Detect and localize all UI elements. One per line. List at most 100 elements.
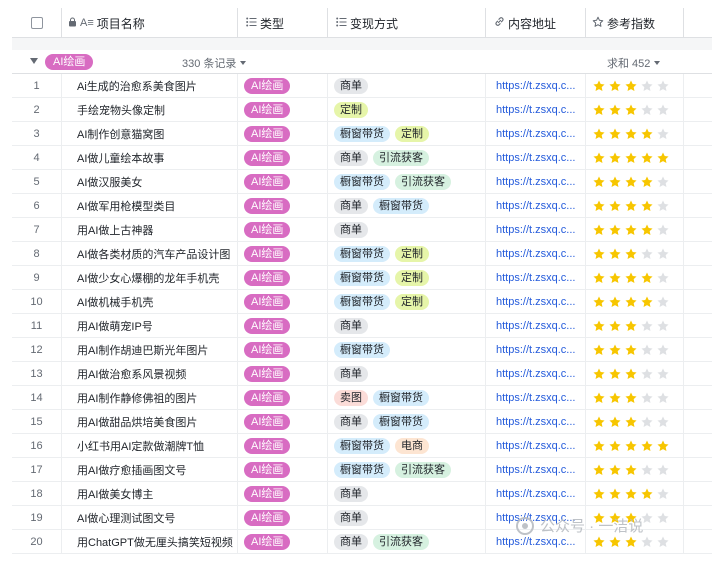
rating-cell[interactable] — [586, 362, 684, 386]
rating-cell[interactable] — [586, 410, 684, 434]
content-url-link[interactable]: https://t.zsxq.c... — [496, 440, 575, 452]
content-url-link[interactable]: https://t.zsxq.c... — [496, 128, 575, 140]
star-filled-icon[interactable] — [592, 535, 606, 549]
star-filled-icon[interactable] — [624, 487, 638, 501]
table-row[interactable]: 5 AI做汉服美女 AI绘画 橱窗带货 引流获客 https://t.zsxq.c... — [12, 170, 712, 194]
star-filled-icon[interactable] — [624, 199, 638, 213]
content-url-cell[interactable]: https://t.zsxq.c... — [486, 218, 586, 242]
content-url-link[interactable]: https://t.zsxq.c... — [496, 488, 575, 500]
star-filled-icon[interactable] — [624, 79, 638, 93]
monetization-cell[interactable]: 商单 — [328, 74, 486, 98]
table-row[interactable]: 3 AI制作创意猫窝图 AI绘画 橱窗带货 定制 https://t.zsxq.c... — [12, 122, 712, 146]
star-filled-icon[interactable] — [592, 367, 606, 381]
content-url-link[interactable]: https://t.zsxq.c... — [496, 200, 575, 212]
star-filled-icon[interactable] — [640, 295, 654, 309]
star-filled-icon[interactable] — [640, 223, 654, 237]
star-filled-icon[interactable] — [608, 271, 622, 285]
type-cell[interactable]: AI绘画 — [238, 386, 328, 410]
content-url-link[interactable]: https://t.zsxq.c... — [496, 80, 575, 92]
type-cell[interactable]: AI绘画 — [238, 194, 328, 218]
star-filled-icon[interactable] — [656, 151, 670, 165]
star-filled-icon[interactable] — [592, 103, 606, 117]
star-empty-icon[interactable] — [656, 223, 670, 237]
star-filled-icon[interactable] — [640, 487, 654, 501]
header-checkbox-cell[interactable] — [12, 8, 62, 38]
content-url-link[interactable]: https://t.zsxq.c... — [496, 248, 575, 260]
star-filled-icon[interactable] — [592, 463, 606, 477]
type-cell[interactable]: AI绘画 — [238, 290, 328, 314]
monetization-cell[interactable]: 商单 — [328, 314, 486, 338]
star-empty-icon[interactable] — [656, 511, 670, 525]
star-empty-icon[interactable] — [656, 463, 670, 477]
rating-cell[interactable] — [586, 74, 684, 98]
star-filled-icon[interactable] — [608, 343, 622, 357]
star-filled-icon[interactable] — [624, 343, 638, 357]
collapse-triangle-icon[interactable] — [30, 58, 38, 64]
star-empty-icon[interactable] — [656, 271, 670, 285]
star-filled-icon[interactable] — [592, 439, 606, 453]
project-name-cell[interactable]: AI做军用枪模型类目 — [62, 194, 238, 218]
project-name-cell[interactable]: 用AI做上古神器 — [62, 218, 238, 242]
content-url-link[interactable]: https://t.zsxq.c... — [496, 152, 575, 164]
content-url-link[interactable]: https://t.zsxq.c... — [496, 296, 575, 308]
table-row[interactable]: 12 用AI制作胡迪巴斯光年图片 AI绘画 橱窗带货 https://t.zsxq.c.… — [12, 338, 712, 362]
content-url-cell[interactable]: https://t.zsxq.c... — [486, 146, 586, 170]
star-filled-icon[interactable] — [608, 127, 622, 141]
project-name-cell[interactable]: 用AI做萌宠IP号 — [62, 314, 238, 338]
star-empty-icon[interactable] — [656, 247, 670, 261]
star-empty-icon[interactable] — [640, 79, 654, 93]
star-filled-icon[interactable] — [592, 295, 606, 309]
content-url-cell[interactable]: https://t.zsxq.c... — [486, 266, 586, 290]
star-empty-icon[interactable] — [640, 343, 654, 357]
type-cell[interactable]: AI绘画 — [238, 314, 328, 338]
group-sum[interactable]: 求和 452 — [607, 55, 661, 71]
monetization-cell[interactable]: 商单 引流获客 — [328, 146, 486, 170]
star-filled-icon[interactable] — [624, 271, 638, 285]
rating-cell[interactable] — [586, 386, 684, 410]
monetization-cell[interactable]: 商单 引流获客 — [328, 530, 486, 554]
type-cell[interactable]: AI绘画 — [238, 146, 328, 170]
content-url-cell[interactable]: https://t.zsxq.c... — [486, 242, 586, 266]
star-filled-icon[interactable] — [608, 175, 622, 189]
star-empty-icon[interactable] — [656, 127, 670, 141]
star-empty-icon[interactable] — [656, 391, 670, 405]
content-url-link[interactable]: https://t.zsxq.c... — [496, 104, 575, 116]
content-url-cell[interactable]: https://t.zsxq.c... — [486, 122, 586, 146]
monetization-cell[interactable]: 商单 橱窗带货 — [328, 410, 486, 434]
rating-cell[interactable] — [586, 170, 684, 194]
star-filled-icon[interactable] — [624, 175, 638, 189]
monetization-cell[interactable]: 橱窗带货 引流获客 — [328, 170, 486, 194]
type-cell[interactable]: AI绘画 — [238, 170, 328, 194]
content-url-cell[interactable]: https://t.zsxq.c... — [486, 74, 586, 98]
record-count[interactable]: 330 条记录 — [182, 55, 247, 71]
monetization-cell[interactable]: 定制 — [328, 98, 486, 122]
star-filled-icon[interactable] — [592, 271, 606, 285]
star-filled-icon[interactable] — [608, 199, 622, 213]
table-row[interactable]: 4 AI做儿童绘本故事 AI绘画 商单 引流获客 https://t.zsxq.c... — [12, 146, 712, 170]
star-empty-icon[interactable] — [656, 343, 670, 357]
star-filled-icon[interactable] — [608, 415, 622, 429]
table-row[interactable]: 7 用AI做上古神器 AI绘画 商单 https://t.zsxq.c... — [12, 218, 712, 242]
header-type[interactable]: 类型 — [238, 8, 328, 38]
project-name-cell[interactable]: AI做汉服美女 — [62, 170, 238, 194]
type-cell[interactable]: AI绘画 — [238, 362, 328, 386]
project-name-cell[interactable]: AI做各类材质的汽车产品设计图 — [62, 242, 238, 266]
rating-cell[interactable] — [586, 218, 684, 242]
table-row[interactable]: 11 用AI做萌宠IP号 AI绘画 商单 https://t.zsxq.c... — [12, 314, 712, 338]
table-row[interactable]: 6 AI做军用枪模型类目 AI绘画 商单 橱窗带货 https://t.zsxq.c... — [12, 194, 712, 218]
type-cell[interactable]: AI绘画 — [238, 506, 328, 530]
group-header[interactable]: AI绘画 330 条记录 求和 452 — [12, 50, 712, 74]
star-filled-icon[interactable] — [624, 439, 638, 453]
content-url-cell[interactable]: https://t.zsxq.c... — [486, 386, 586, 410]
star-filled-icon[interactable] — [592, 127, 606, 141]
star-filled-icon[interactable] — [592, 343, 606, 357]
type-cell[interactable]: AI绘画 — [238, 122, 328, 146]
star-filled-icon[interactable] — [624, 247, 638, 261]
table-row[interactable]: 8 AI做各类材质的汽车产品设计图 AI绘画 橱窗带货 定制 https://t.zsxq… — [12, 242, 712, 266]
table-row[interactable]: 16 小红书用AI定款做潮牌T恤 AI绘画 橱窗带货 电商 https://t.zsxq.… — [12, 434, 712, 458]
star-filled-icon[interactable] — [624, 295, 638, 309]
star-filled-icon[interactable] — [624, 415, 638, 429]
type-cell[interactable]: AI绘画 — [238, 218, 328, 242]
star-empty-icon[interactable] — [656, 175, 670, 189]
table-row[interactable]: 1 Ai生成的治愈系美食图片 AI绘画 商单 https://t.zsxq.c... — [12, 74, 712, 98]
